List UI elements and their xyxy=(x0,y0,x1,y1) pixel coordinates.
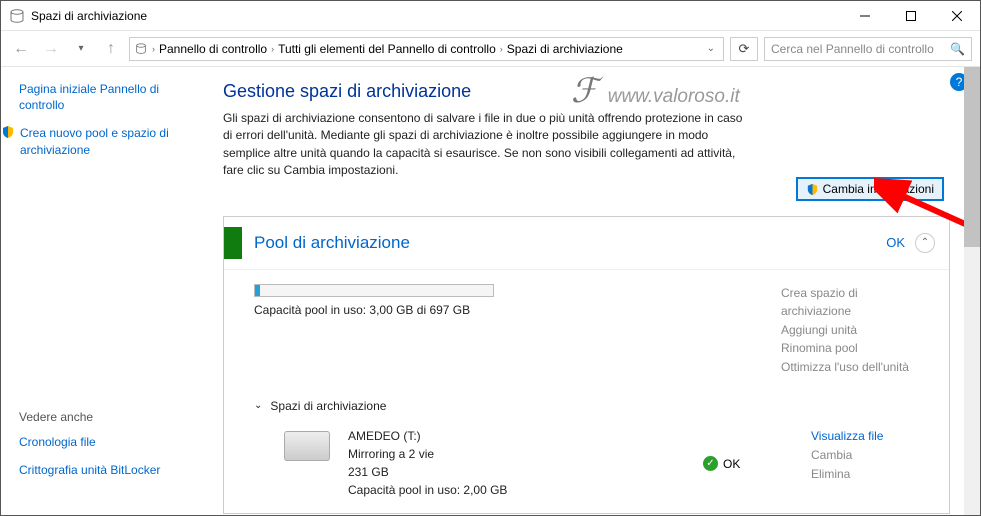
watermark: ℱwww.valoroso.it xyxy=(571,71,740,111)
pool-accent xyxy=(224,227,242,259)
close-button[interactable] xyxy=(934,1,980,30)
sidebar-home-link[interactable]: Pagina iniziale Pannello di controllo xyxy=(19,81,201,113)
up-button[interactable]: ↑ xyxy=(99,37,123,61)
sidebar-create-link[interactable]: Crea nuovo pool e spazio di archiviazion… xyxy=(20,125,201,157)
maximize-button[interactable] xyxy=(888,1,934,30)
page-description: Gli spazi di archiviazione consentono di… xyxy=(223,110,743,180)
shield-icon xyxy=(1,125,15,169)
forward-button[interactable]: → xyxy=(39,37,63,61)
space-name: AMEDEO (T:) xyxy=(348,427,685,445)
storage-space-row: AMEDEO (T:) Mirroring a 2 vie 231 GB Cap… xyxy=(224,419,949,513)
breadcrumb[interactable]: › Pannello di controllo › Tutti gli elem… xyxy=(129,37,724,61)
sidebar-bitlocker-link[interactable]: Crittografia unità BitLocker xyxy=(19,462,201,478)
pool-capacity-text: Capacità pool in uso: 3,00 GB di 697 GB xyxy=(254,303,761,317)
space-usage: Capacità pool in uso: 2,00 GB xyxy=(348,481,685,499)
shield-icon xyxy=(806,183,819,196)
chevron-right-icon: › xyxy=(152,44,155,54)
scrollbar[interactable] xyxy=(964,67,980,515)
search-input[interactable]: Cerca nel Pannello di controllo 🔍 xyxy=(764,37,972,61)
scrollbar-thumb[interactable] xyxy=(964,67,980,247)
spaces-header-label: Spazi di archiviazione xyxy=(270,399,386,413)
app-icon xyxy=(9,8,25,24)
search-icon: 🔍 xyxy=(950,42,965,56)
pool-usage-bar xyxy=(254,284,494,297)
drive-icon xyxy=(284,431,330,461)
recent-dropdown[interactable]: ▾ xyxy=(69,37,93,61)
pool-action-add: Aggiungi unità xyxy=(781,321,931,340)
drive-icon xyxy=(134,42,148,56)
breadcrumb-item[interactable]: Tutti gli elementi del Pannello di contr… xyxy=(278,42,496,56)
search-placeholder: Cerca nel Pannello di controllo xyxy=(771,42,934,56)
minimize-button[interactable] xyxy=(842,1,888,30)
chevron-down-icon: ⌄ xyxy=(254,400,262,411)
storage-pool-panel: Pool di archiviazione OK ⌃ Capacità pool… xyxy=(223,216,950,514)
sidebar-history-link[interactable]: Cronologia file xyxy=(19,434,201,450)
space-action-view[interactable]: Visualizza file xyxy=(811,429,883,443)
back-button[interactable]: ← xyxy=(9,37,33,61)
space-action-change: Cambia xyxy=(811,448,852,462)
breadcrumb-dropdown[interactable]: ⌄ xyxy=(707,43,715,54)
space-size: 231 GB xyxy=(348,463,685,481)
space-action-delete: Elimina xyxy=(811,467,850,481)
see-also-label: Vedere anche xyxy=(19,410,201,424)
window-title: Spazi di archiviazione xyxy=(31,9,842,23)
breadcrumb-item[interactable]: Spazi di archiviazione xyxy=(507,42,623,56)
chevron-right-icon: › xyxy=(271,44,274,54)
space-type: Mirroring a 2 vie xyxy=(348,445,685,463)
refresh-button[interactable]: ⟳ xyxy=(730,37,758,61)
pool-action-optimize: Ottimizza l'uso dell'unità xyxy=(781,358,931,377)
chevron-right-icon: › xyxy=(500,44,503,54)
check-icon: ✓ xyxy=(703,456,718,471)
pool-title: Pool di archiviazione xyxy=(254,233,886,253)
pool-action-create: Crea spazio di archiviazione xyxy=(781,284,931,321)
space-status: OK xyxy=(723,457,740,471)
pool-action-rename: Rinomina pool xyxy=(781,339,931,358)
spaces-section-header[interactable]: ⌄ Spazi di archiviazione xyxy=(224,391,949,419)
breadcrumb-item[interactable]: Pannello di controllo xyxy=(159,42,267,56)
